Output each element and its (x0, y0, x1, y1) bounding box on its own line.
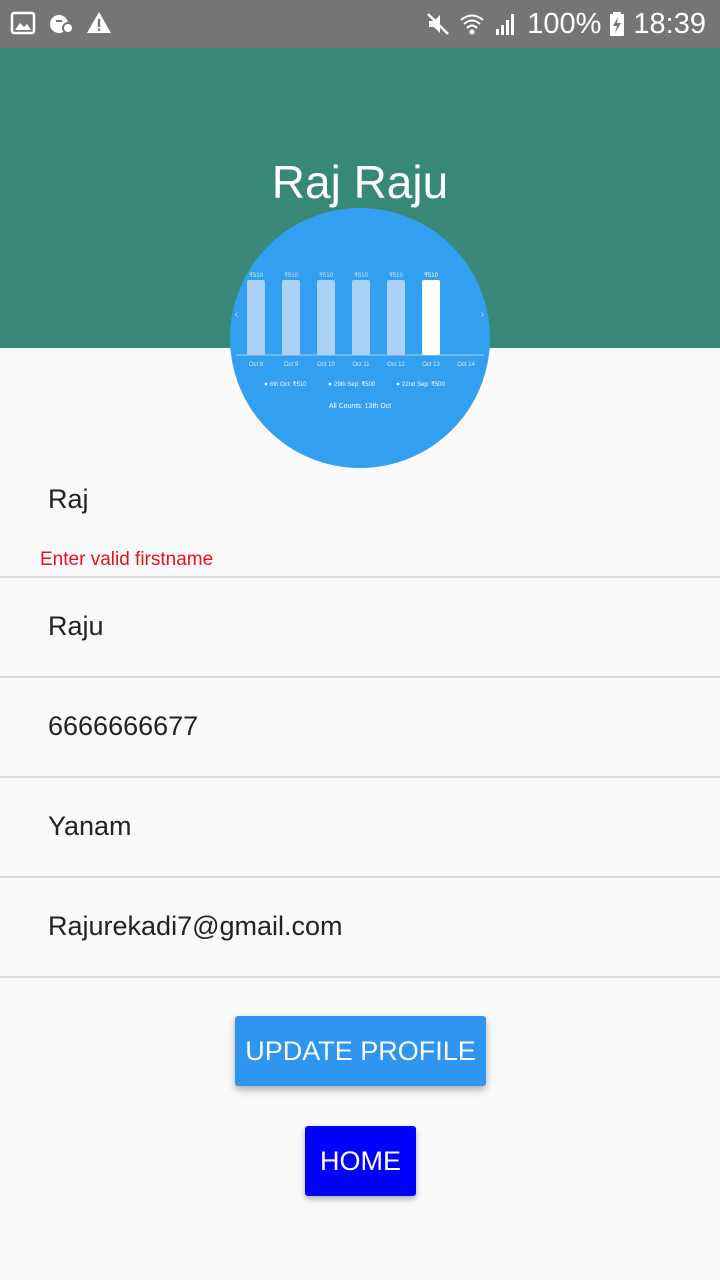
system-icons: 100% 18:39 (425, 6, 706, 42)
chart-axis-label: Oct 9 (284, 362, 299, 368)
chart-next-arrow: › (480, 307, 485, 321)
chart-bar (387, 280, 405, 355)
chart-axis-label: Oct 14 (457, 362, 475, 368)
phone-field[interactable]: 6666666677 (0, 676, 720, 778)
avatar-chart-image: ‹ › ₹510 Oct 8 ₹510 Oct 9 ₹510 Oct 10 ₹510 Oct 11… (234, 272, 485, 410)
chart-axis-label: Oct 10 (317, 362, 335, 368)
chart-bar (282, 280, 300, 355)
battery-charging-icon (610, 12, 625, 36)
wifi-icon (460, 14, 484, 35)
chart-bar-value-label: ₹510 (319, 272, 333, 279)
chart-bar (247, 280, 265, 355)
last-name-field[interactable]: Raju (0, 576, 720, 678)
chart-legend-dot (328, 382, 332, 386)
warning-icon (87, 12, 111, 33)
chart-axis-label: Oct 11 (352, 362, 370, 368)
city-field[interactable]: Yanam (0, 776, 720, 878)
chart-bar-value-label: ₹510 (354, 272, 368, 279)
first-name-input[interactable]: Raj (48, 484, 89, 515)
chart-bar-value-label: ₹510 (249, 272, 263, 279)
mute-icon (427, 13, 450, 35)
chart-prev-arrow: ‹ (234, 307, 239, 321)
city-input[interactable]: Yanam (48, 811, 132, 842)
notification-icons (10, 10, 112, 36)
chart-bar (317, 280, 335, 355)
signal-icon (496, 14, 515, 35)
chart-axis-label: Oct 12 (387, 362, 405, 368)
profile-name-title: Raj Raju (271, 156, 449, 208)
chart-legend-dot (396, 382, 400, 386)
chart-bar-value-label: ₹510 (389, 272, 403, 279)
chart-legend-item: 22nd Sep: ₹500 (402, 381, 446, 388)
chart-bar-value-label: ₹510 (424, 272, 438, 279)
mug-icon (50, 15, 74, 34)
chart-legend-item: 29th Sep: ₹500 (334, 381, 376, 388)
chart-legend-dot (264, 382, 268, 386)
first-name-error: Enter valid firstname (40, 549, 214, 570)
status-bar: 100% 18:39 (0, 0, 720, 48)
chart-axis-label: Oct 8 (249, 362, 264, 368)
phone-input[interactable]: 6666666677 (48, 711, 198, 742)
chart-footer: All Counts: 13th Oct (329, 403, 391, 410)
avatar[interactable]: ‹ › ₹510 Oct 8 ₹510 Oct 9 ₹510 Oct 10 ₹510 Oct 11… (230, 208, 490, 468)
last-name-input[interactable]: Raju (48, 611, 104, 642)
clock: 18:39 (633, 8, 706, 40)
email-input[interactable]: Rajurekadi7@gmail.com (48, 911, 343, 942)
chart-bar-value-label: ₹510 (284, 272, 298, 279)
email-field[interactable]: Rajurekadi7@gmail.com (0, 876, 720, 978)
battery-percent: 100% (527, 8, 602, 40)
chart-axis-label: Oct 13 (422, 362, 440, 368)
chart-bar (422, 280, 440, 355)
home-button[interactable]: HOME (305, 1126, 416, 1196)
chart-bar (352, 280, 370, 355)
update-profile-button[interactable]: UPDATE PROFILE (235, 1016, 486, 1086)
gallery-icon (10, 11, 36, 35)
chart-legend-item: 6th Oct: ₹510 (270, 381, 307, 388)
